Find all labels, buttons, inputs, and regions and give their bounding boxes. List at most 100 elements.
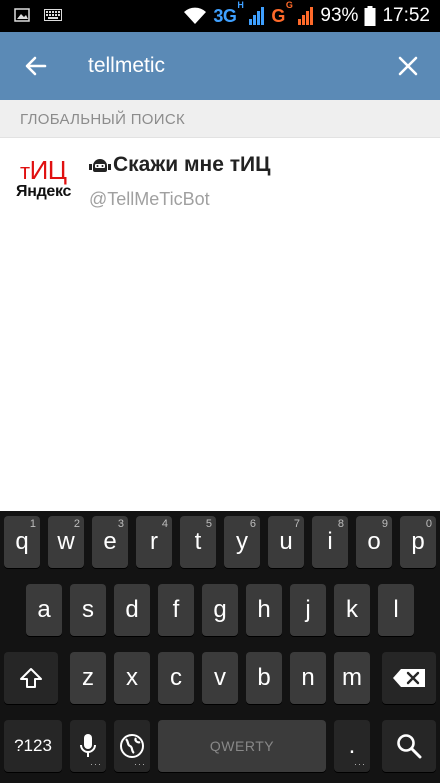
network-g-label: G bbox=[271, 5, 285, 26]
key-i[interactable]: i8 bbox=[312, 516, 348, 568]
key-a[interactable]: a bbox=[26, 584, 62, 636]
key-label: n bbox=[301, 664, 315, 691]
key-more-dots: ··· bbox=[354, 759, 366, 769]
key-label: b bbox=[257, 664, 271, 691]
shift-icon bbox=[20, 668, 42, 688]
clear-search-button[interactable] bbox=[390, 48, 426, 84]
key-label: q bbox=[15, 528, 29, 555]
key-label: x bbox=[126, 664, 138, 691]
key-label: t bbox=[194, 528, 202, 555]
key-label: d bbox=[125, 596, 139, 623]
key-b[interactable]: b bbox=[246, 652, 282, 704]
key-z[interactable]: z bbox=[70, 652, 106, 704]
key-c[interactable]: c bbox=[158, 652, 194, 704]
key-hint: 8 bbox=[337, 518, 344, 530]
key-p[interactable]: p0 bbox=[400, 516, 436, 568]
key-label: ?123 bbox=[14, 736, 52, 755]
back-button[interactable] bbox=[18, 48, 54, 84]
key-hint: 2 bbox=[73, 518, 80, 530]
key-e[interactable]: e3 bbox=[92, 516, 128, 568]
key-k[interactable]: k bbox=[334, 584, 370, 636]
key-label: u bbox=[279, 528, 293, 555]
language-key[interactable]: ··· bbox=[114, 720, 150, 772]
key-label: k bbox=[346, 596, 358, 623]
key-h[interactable]: h bbox=[246, 584, 282, 636]
search-toolbar bbox=[0, 32, 440, 100]
key-label: g bbox=[213, 596, 227, 623]
wifi-icon bbox=[184, 7, 207, 24]
key-label: o bbox=[367, 528, 381, 555]
search-key[interactable] bbox=[382, 720, 436, 772]
key-f[interactable]: f bbox=[158, 584, 194, 636]
key-label: l bbox=[393, 596, 399, 623]
key-label: QWERTY bbox=[209, 738, 275, 754]
battery-icon bbox=[364, 6, 376, 26]
key-w[interactable]: w2 bbox=[48, 516, 84, 568]
key-u[interactable]: u7 bbox=[268, 516, 304, 568]
key-l[interactable]: l bbox=[378, 584, 414, 636]
search-input[interactable] bbox=[88, 50, 368, 82]
key-hint: 5 bbox=[205, 518, 212, 530]
arrow-left-icon bbox=[25, 56, 47, 76]
key-more-dots: ··· bbox=[134, 759, 146, 769]
keyboard-notification-icon bbox=[44, 9, 62, 21]
key-label: m bbox=[342, 664, 362, 691]
key-x[interactable]: x bbox=[114, 652, 150, 704]
key-label: h bbox=[257, 596, 271, 623]
key-label: a bbox=[37, 596, 51, 623]
soft-keyboard: q1 w2 e3 r4 t5 y6 u7 i8 o9 p0 a s d f g … bbox=[0, 511, 440, 783]
network-g-type: G bbox=[285, 0, 293, 10]
key-more-dots: ··· bbox=[90, 759, 102, 769]
key-label: z bbox=[82, 664, 94, 691]
network-g: GG bbox=[271, 0, 292, 27]
key-r[interactable]: r4 bbox=[136, 516, 172, 568]
avatar-logo-t: т bbox=[20, 159, 30, 184]
search-result-item[interactable]: тИЦ Яндекс Скажи мне тИЦ @TellMeTicBot bbox=[0, 139, 440, 225]
network-3g: 3GH bbox=[213, 0, 244, 27]
key-label: e bbox=[103, 528, 117, 555]
key-o[interactable]: o9 bbox=[356, 516, 392, 568]
key-j[interactable]: j bbox=[290, 584, 326, 636]
key-label: f bbox=[172, 596, 180, 623]
clock: 17:52 bbox=[382, 5, 430, 26]
key-d[interactable]: d bbox=[114, 584, 150, 636]
bot-icon bbox=[89, 159, 111, 172]
key-t[interactable]: t5 bbox=[180, 516, 216, 568]
search-icon bbox=[397, 734, 422, 759]
status-indicators: 3GH GG 93% 17:52 bbox=[183, 0, 430, 28]
key-hint: 7 bbox=[293, 518, 300, 530]
key-label: v bbox=[214, 664, 226, 691]
backspace-icon bbox=[393, 669, 425, 687]
global-search-header: ГЛОБАЛЬНЫЙ ПОИСК bbox=[0, 100, 440, 138]
symbols-key[interactable]: ?123 bbox=[4, 720, 62, 772]
key-hint: 1 bbox=[29, 518, 36, 530]
key-label: s bbox=[82, 596, 94, 623]
key-label: j bbox=[305, 596, 311, 623]
key-label: c bbox=[170, 664, 182, 691]
voice-input-key[interactable]: ··· bbox=[70, 720, 106, 772]
globe-icon bbox=[120, 734, 144, 758]
network-3g-type: H bbox=[237, 0, 244, 10]
shift-key[interactable] bbox=[4, 652, 58, 704]
close-icon bbox=[398, 56, 418, 76]
key-v[interactable]: v bbox=[202, 652, 238, 704]
space-key[interactable]: QWERTY bbox=[158, 720, 326, 772]
key-y[interactable]: y6 bbox=[224, 516, 260, 568]
key-label: y bbox=[236, 528, 248, 555]
backspace-key[interactable] bbox=[382, 652, 436, 704]
key-hint: 6 bbox=[249, 518, 256, 530]
key-n[interactable]: n bbox=[290, 652, 326, 704]
key-label: . bbox=[348, 732, 356, 759]
avatar-logo-line2: Яндекс bbox=[16, 183, 72, 200]
key-m[interactable]: m bbox=[334, 652, 370, 704]
key-g[interactable]: g bbox=[202, 584, 238, 636]
key-q[interactable]: q1 bbox=[4, 516, 40, 568]
section-title: ГЛОБАЛЬНЫЙ ПОИСК bbox=[20, 111, 185, 128]
key-s[interactable]: s bbox=[70, 584, 106, 636]
battery-percent: 93% bbox=[320, 5, 359, 26]
avatar: тИЦ Яндекс bbox=[14, 155, 74, 207]
result-username: @TellMeTicBot bbox=[89, 189, 210, 209]
signal-icon bbox=[249, 7, 265, 25]
period-key[interactable]: . ··· bbox=[334, 720, 370, 772]
result-title: Скажи мне тИЦ bbox=[113, 153, 271, 176]
